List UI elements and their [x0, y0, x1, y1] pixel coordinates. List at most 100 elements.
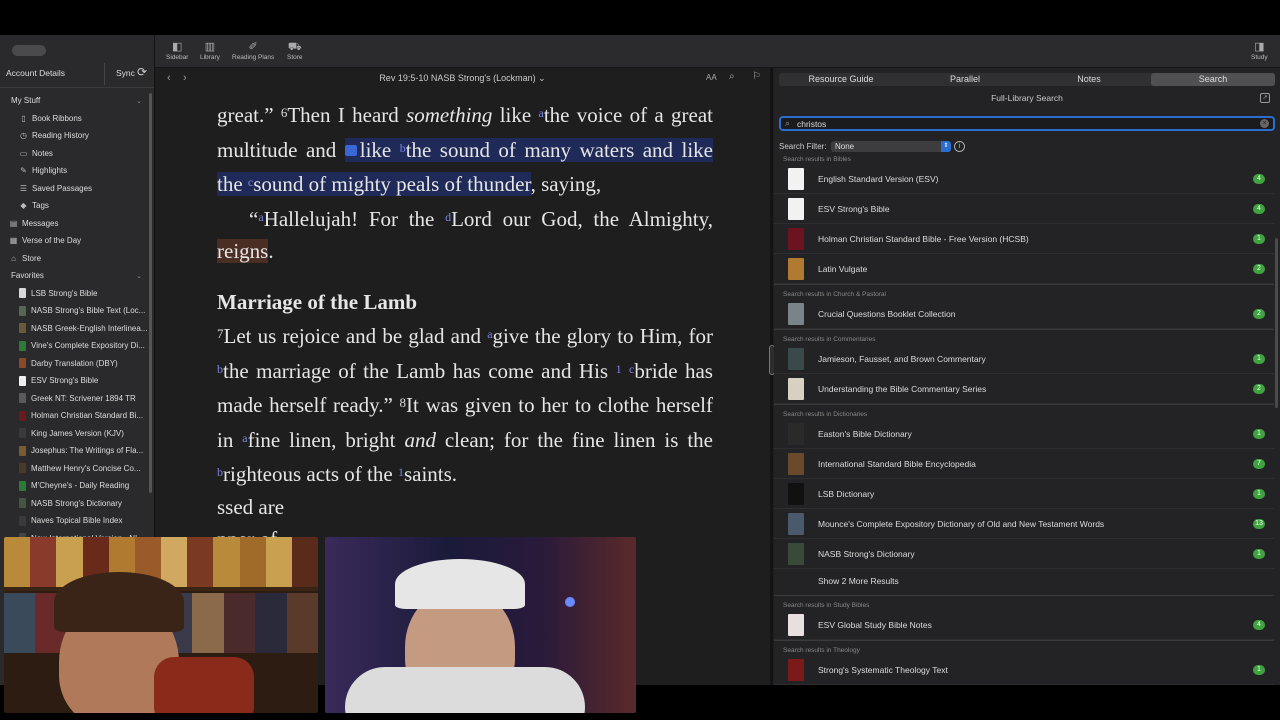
- sidebar-section-favorites[interactable]: Favorites ⌄: [0, 267, 150, 285]
- note-icon[interactable]: [344, 144, 357, 156]
- account-details-link[interactable]: Account Details: [6, 68, 65, 78]
- toolbar-label: Library: [200, 54, 220, 61]
- library-icon: ▥: [204, 41, 216, 53]
- sidebar-item-verse-of-the-day[interactable]: ▦ Verse of the Day: [0, 232, 150, 250]
- sidebar-handle[interactable]: [12, 45, 46, 56]
- search-result-row[interactable]: Holman Christian Standard Bible - Free V…: [774, 224, 1274, 254]
- sidebar-scrollbar[interactable]: [149, 93, 152, 493]
- clear-icon[interactable]: ×: [1260, 119, 1269, 128]
- search-field[interactable]: ⌕ ×: [779, 116, 1275, 131]
- result-title: NASB Strong's Dictionary: [818, 549, 915, 559]
- sidebar-favorite-item[interactable]: Matthew Henry's Concise Co...: [0, 460, 150, 478]
- search-result-row[interactable]: Latin Vulgate 2: [774, 254, 1274, 284]
- sync-icon[interactable]: ⟳: [137, 65, 147, 79]
- sidebar-favorite-item[interactable]: Josephus: The Writings of Fla...: [0, 442, 150, 460]
- show-more-results-button[interactable]: Show 2 More Results: [774, 569, 1274, 595]
- book-cover-icon: [788, 303, 804, 325]
- sidebar-item-store[interactable]: ⌂ Store: [0, 250, 150, 268]
- toolbar-label: Store: [287, 54, 303, 61]
- book-cover-icon: [19, 288, 26, 299]
- results-scrollbar[interactable]: [1275, 238, 1278, 408]
- search-result-row[interactable]: Mounce's Complete Expository Dictionary …: [774, 509, 1274, 539]
- search-result-row[interactable]: LSB Dictionary 1: [774, 479, 1274, 509]
- sidebar-favorite-item[interactable]: M'Cheyne's - Daily Reading: [0, 477, 150, 495]
- info-icon[interactable]: i: [954, 141, 965, 152]
- text-size-icon[interactable]: AA: [706, 73, 717, 82]
- tab-resource-guide[interactable]: Resource Guide: [779, 73, 903, 86]
- shirt: [154, 657, 254, 713]
- result-title: Jamieson, Fausset, and Brown Commentary: [818, 354, 986, 364]
- clock-icon: ◷: [20, 131, 27, 141]
- sidebar-favorite-item[interactable]: Greek NT: Scrivener 1894 TR: [0, 390, 150, 408]
- sidebar-item-label: Holman Christian Standard Bi...: [31, 411, 144, 421]
- book-cover-icon: [19, 340, 26, 351]
- sidebar-icon: ◧: [172, 41, 183, 53]
- reading-plans-icon: ✐: [248, 41, 258, 53]
- sidebar-item-notes[interactable]: ▭ Notes: [0, 145, 150, 163]
- sidebar-favorite-item[interactable]: Darby Translation (DBY): [0, 355, 150, 373]
- sidebar-favorite-item[interactable]: LSB Strong's Bible: [0, 285, 150, 303]
- search-input[interactable]: [797, 118, 1257, 129]
- book-cover-icon: [788, 228, 804, 250]
- toolbar: ◧ Sidebar ▥ Library ✐ Reading Plans ⛟ Store …: [155, 35, 1280, 68]
- search-result-row[interactable]: NASB Strong's Dictionary 1: [774, 539, 1274, 569]
- sidebar-item-saved-passages[interactable]: ☰ Saved Passages: [0, 180, 150, 198]
- popout-icon[interactable]: ↗: [1260, 93, 1270, 103]
- bookmark-icon[interactable]: ⚐: [752, 71, 761, 82]
- sidebar-favorite-item[interactable]: NASB Strong's Bible Text (Loc...: [0, 302, 150, 320]
- search-filter-select[interactable]: None ⇕: [831, 141, 951, 152]
- pane-splitter[interactable]: [770, 68, 773, 685]
- search-result-row[interactable]: ESV Strong's Bible 4: [774, 194, 1274, 224]
- book-cover-icon: [788, 483, 804, 505]
- search-result-row[interactable]: Crucial Questions Booklet Collection 2: [774, 299, 1274, 329]
- result-count-badge: 4: [1253, 620, 1265, 630]
- search-filter-label: Search Filter:: [779, 142, 827, 151]
- reading-plans-button[interactable]: ✐ Reading Plans: [232, 40, 274, 61]
- tab-search[interactable]: Search: [1151, 73, 1275, 86]
- search-result-row[interactable]: ESV Global Study Bible Notes 4: [774, 610, 1274, 640]
- search-result-row[interactable]: Easton's Bible Dictionary 1: [774, 419, 1274, 449]
- sidebar-item-label: Messages: [22, 218, 59, 228]
- tab-notes[interactable]: Notes: [1027, 73, 1151, 86]
- sidebar-item-book-ribbons[interactable]: ▯ Book Ribbons: [0, 110, 150, 128]
- tag-icon: ◆: [20, 201, 27, 211]
- book-cover-icon: [19, 515, 26, 526]
- sidebar-favorite-item[interactable]: Naves Topical Bible Index: [0, 512, 150, 530]
- sidebar-item-tags[interactable]: ◆ Tags: [0, 197, 150, 215]
- sidebar-button[interactable]: ◧ Sidebar: [166, 40, 188, 61]
- search-result-row[interactable]: Jamieson, Fausset, and Brown Commentary 1: [774, 344, 1274, 374]
- search-result-row[interactable]: English Standard Version (ESV) 4: [774, 164, 1274, 194]
- study-button[interactable]: ◨ Study: [1251, 40, 1268, 61]
- note-icon: ▭: [19, 148, 28, 158]
- sidebar-item-label: Darby Translation (DBY): [31, 358, 118, 368]
- tab-parallel[interactable]: Parallel: [903, 73, 1027, 86]
- chevron-down-icon[interactable]: ⌄: [136, 272, 142, 280]
- sync-label[interactable]: Sync: [116, 68, 135, 78]
- search-icon[interactable]: ⌕: [729, 71, 735, 82]
- sidebar-favorite-item[interactable]: ESV Strong's Bible: [0, 372, 150, 390]
- sidebar-item-label: Vine's Complete Expository Di...: [31, 341, 145, 351]
- chevron-down-icon[interactable]: ⌄: [136, 97, 142, 105]
- sidebar-favorite-item[interactable]: Holman Christian Standard Bi...: [0, 407, 150, 425]
- search-result-row[interactable]: Strong's Systematic Theology Text 1: [774, 655, 1274, 685]
- sidebar-section-my-stuff[interactable]: My Stuff ⌄: [0, 92, 150, 110]
- sidebar-item-messages[interactable]: ▤ Messages: [0, 215, 150, 233]
- search-result-row[interactable]: Understanding the Bible Commentary Serie…: [774, 374, 1274, 404]
- sidebar-favorite-item[interactable]: NASB Strong's Dictionary: [0, 495, 150, 513]
- passage-reference[interactable]: Rev 19:5-10 NASB Strong's (Lockman) ⌄: [155, 73, 770, 84]
- sidebar-item-label: Verse of the Day: [22, 236, 82, 246]
- store-button[interactable]: ⛟ Store: [287, 40, 303, 61]
- book-cover-icon: [788, 423, 804, 445]
- sidebar-item-label: NASB Greek-English Interlinea...: [31, 323, 148, 333]
- sidebar-favorite-item[interactable]: King James Version (KJV): [0, 425, 150, 443]
- search-result-row[interactable]: International Standard Bible Encyclopedi…: [774, 449, 1274, 479]
- book-cover-icon: [788, 659, 804, 681]
- sidebar-item-reading-history[interactable]: ◷ Reading History: [0, 127, 150, 145]
- sidebar-favorite-item[interactable]: NASB Greek-English Interlinea...: [0, 320, 150, 338]
- search-filter-value: None: [835, 142, 855, 151]
- library-button[interactable]: ▥ Library: [200, 40, 220, 61]
- result-title: Latin Vulgate: [818, 264, 868, 274]
- sidebar-item-highlights[interactable]: ✎ Highlights: [0, 162, 150, 180]
- sidebar-item-label: LSB Strong's Bible: [31, 288, 98, 298]
- sidebar-favorite-item[interactable]: Vine's Complete Expository Di...: [0, 337, 150, 355]
